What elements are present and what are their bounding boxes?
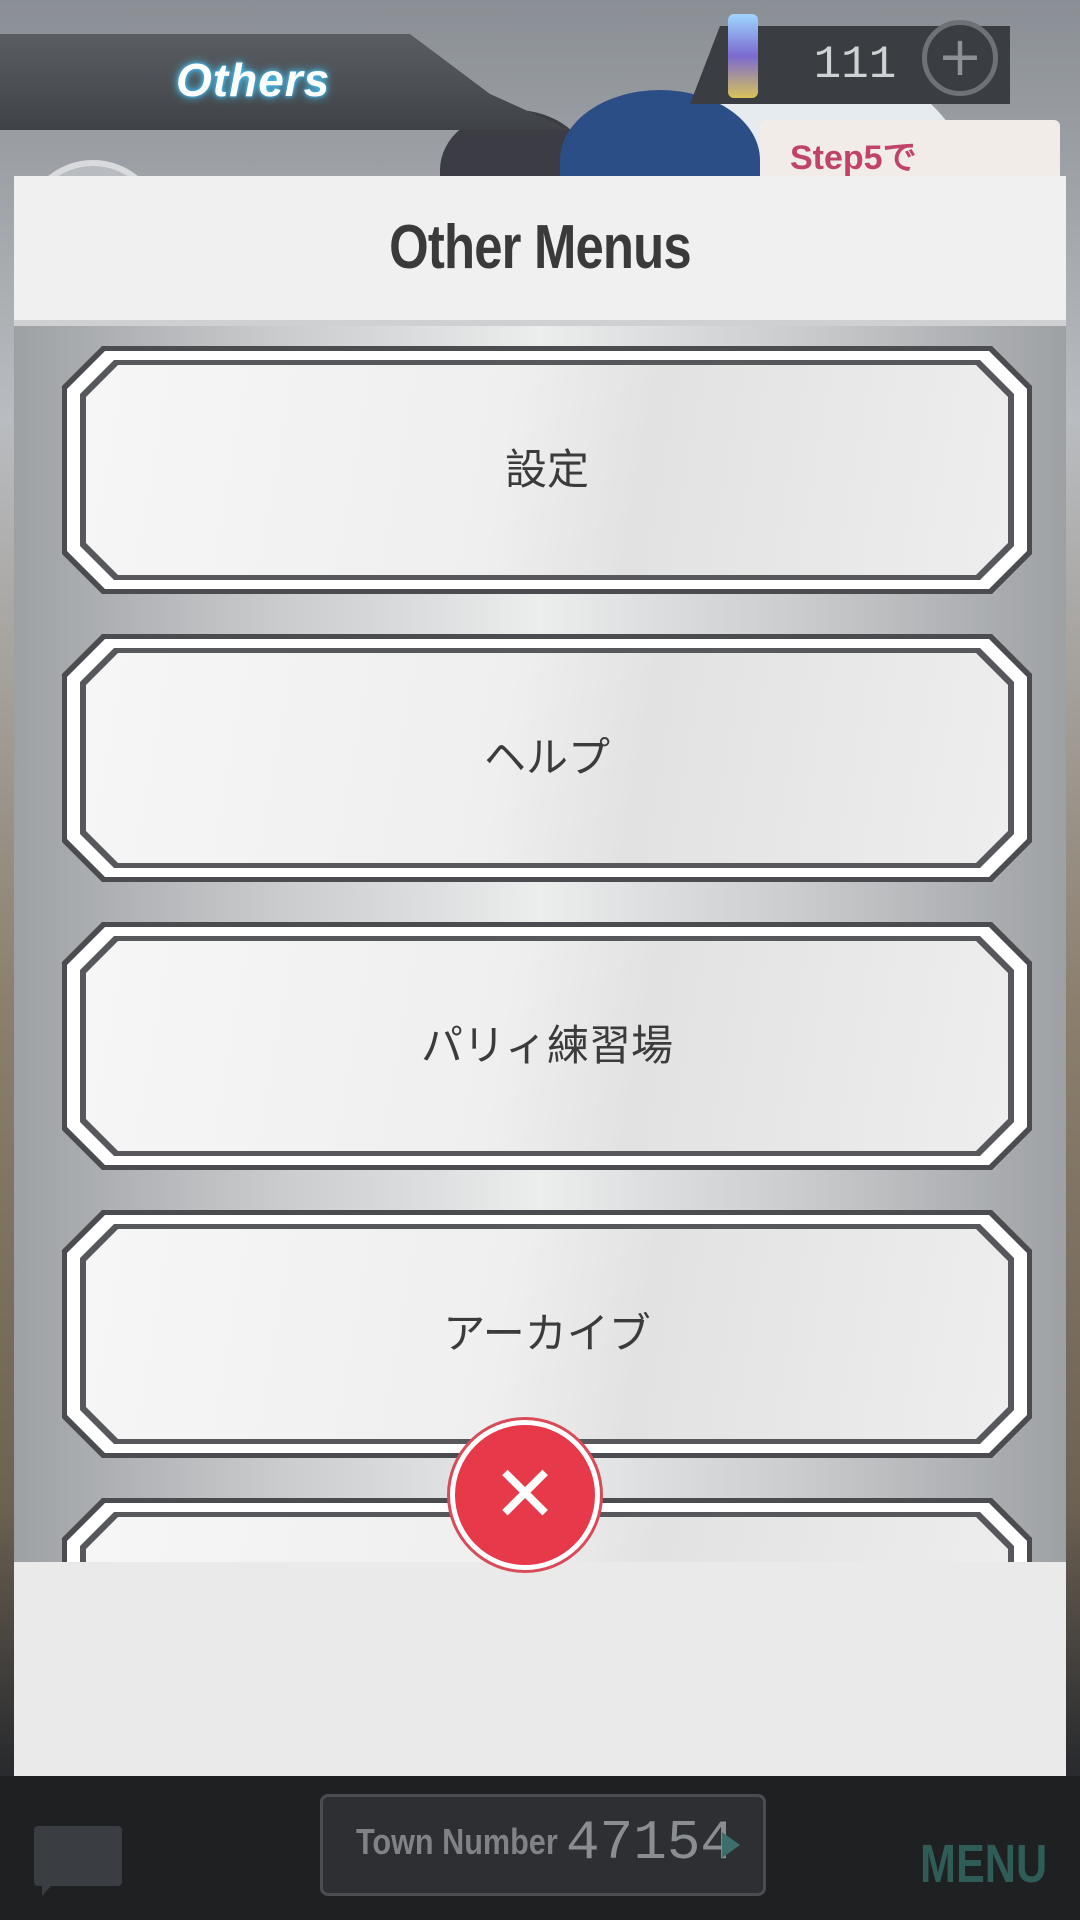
currency-value: 111	[813, 39, 897, 91]
arrow-right-icon	[722, 1832, 740, 1858]
menu-button[interactable]: MENU	[920, 1834, 1047, 1894]
promo-text: Step5で	[790, 139, 917, 177]
dialog-title: Other Menus	[389, 213, 692, 282]
close-icon: ✕	[492, 1450, 558, 1540]
dialog-header: Other Menus	[14, 176, 1066, 326]
dialog-footer	[14, 1562, 1066, 1776]
help-button[interactable]: ヘルプ	[62, 634, 1032, 882]
parry-practice-button[interactable]: パリィ練習場	[62, 922, 1032, 1170]
menu-item-label: ヘルプ	[483, 733, 610, 782]
close-button[interactable]: ✕	[450, 1420, 600, 1570]
top-bar: Others 111 +	[0, 0, 1080, 130]
town-number-value: 47154	[566, 1811, 735, 1875]
menu-item-label: 設定	[504, 445, 589, 494]
archive-button[interactable]: アーカイブ	[62, 1210, 1032, 1458]
add-currency-button[interactable]: +	[922, 20, 998, 96]
settings-button[interactable]: 設定	[62, 346, 1032, 594]
chat-icon[interactable]	[34, 1826, 122, 1896]
menu-list[interactable]: 設定 ヘルプ パリィ練習場 アーカイブ	[14, 326, 1066, 1562]
page-title: Others	[176, 54, 331, 106]
menu-item-label: パリィ練習場	[420, 1021, 673, 1070]
gem-icon	[728, 14, 758, 98]
menu-item-label: アーカイブ	[443, 1309, 651, 1358]
plus-icon: +	[937, 25, 983, 88]
town-number-label: Town Number	[356, 1821, 558, 1862]
